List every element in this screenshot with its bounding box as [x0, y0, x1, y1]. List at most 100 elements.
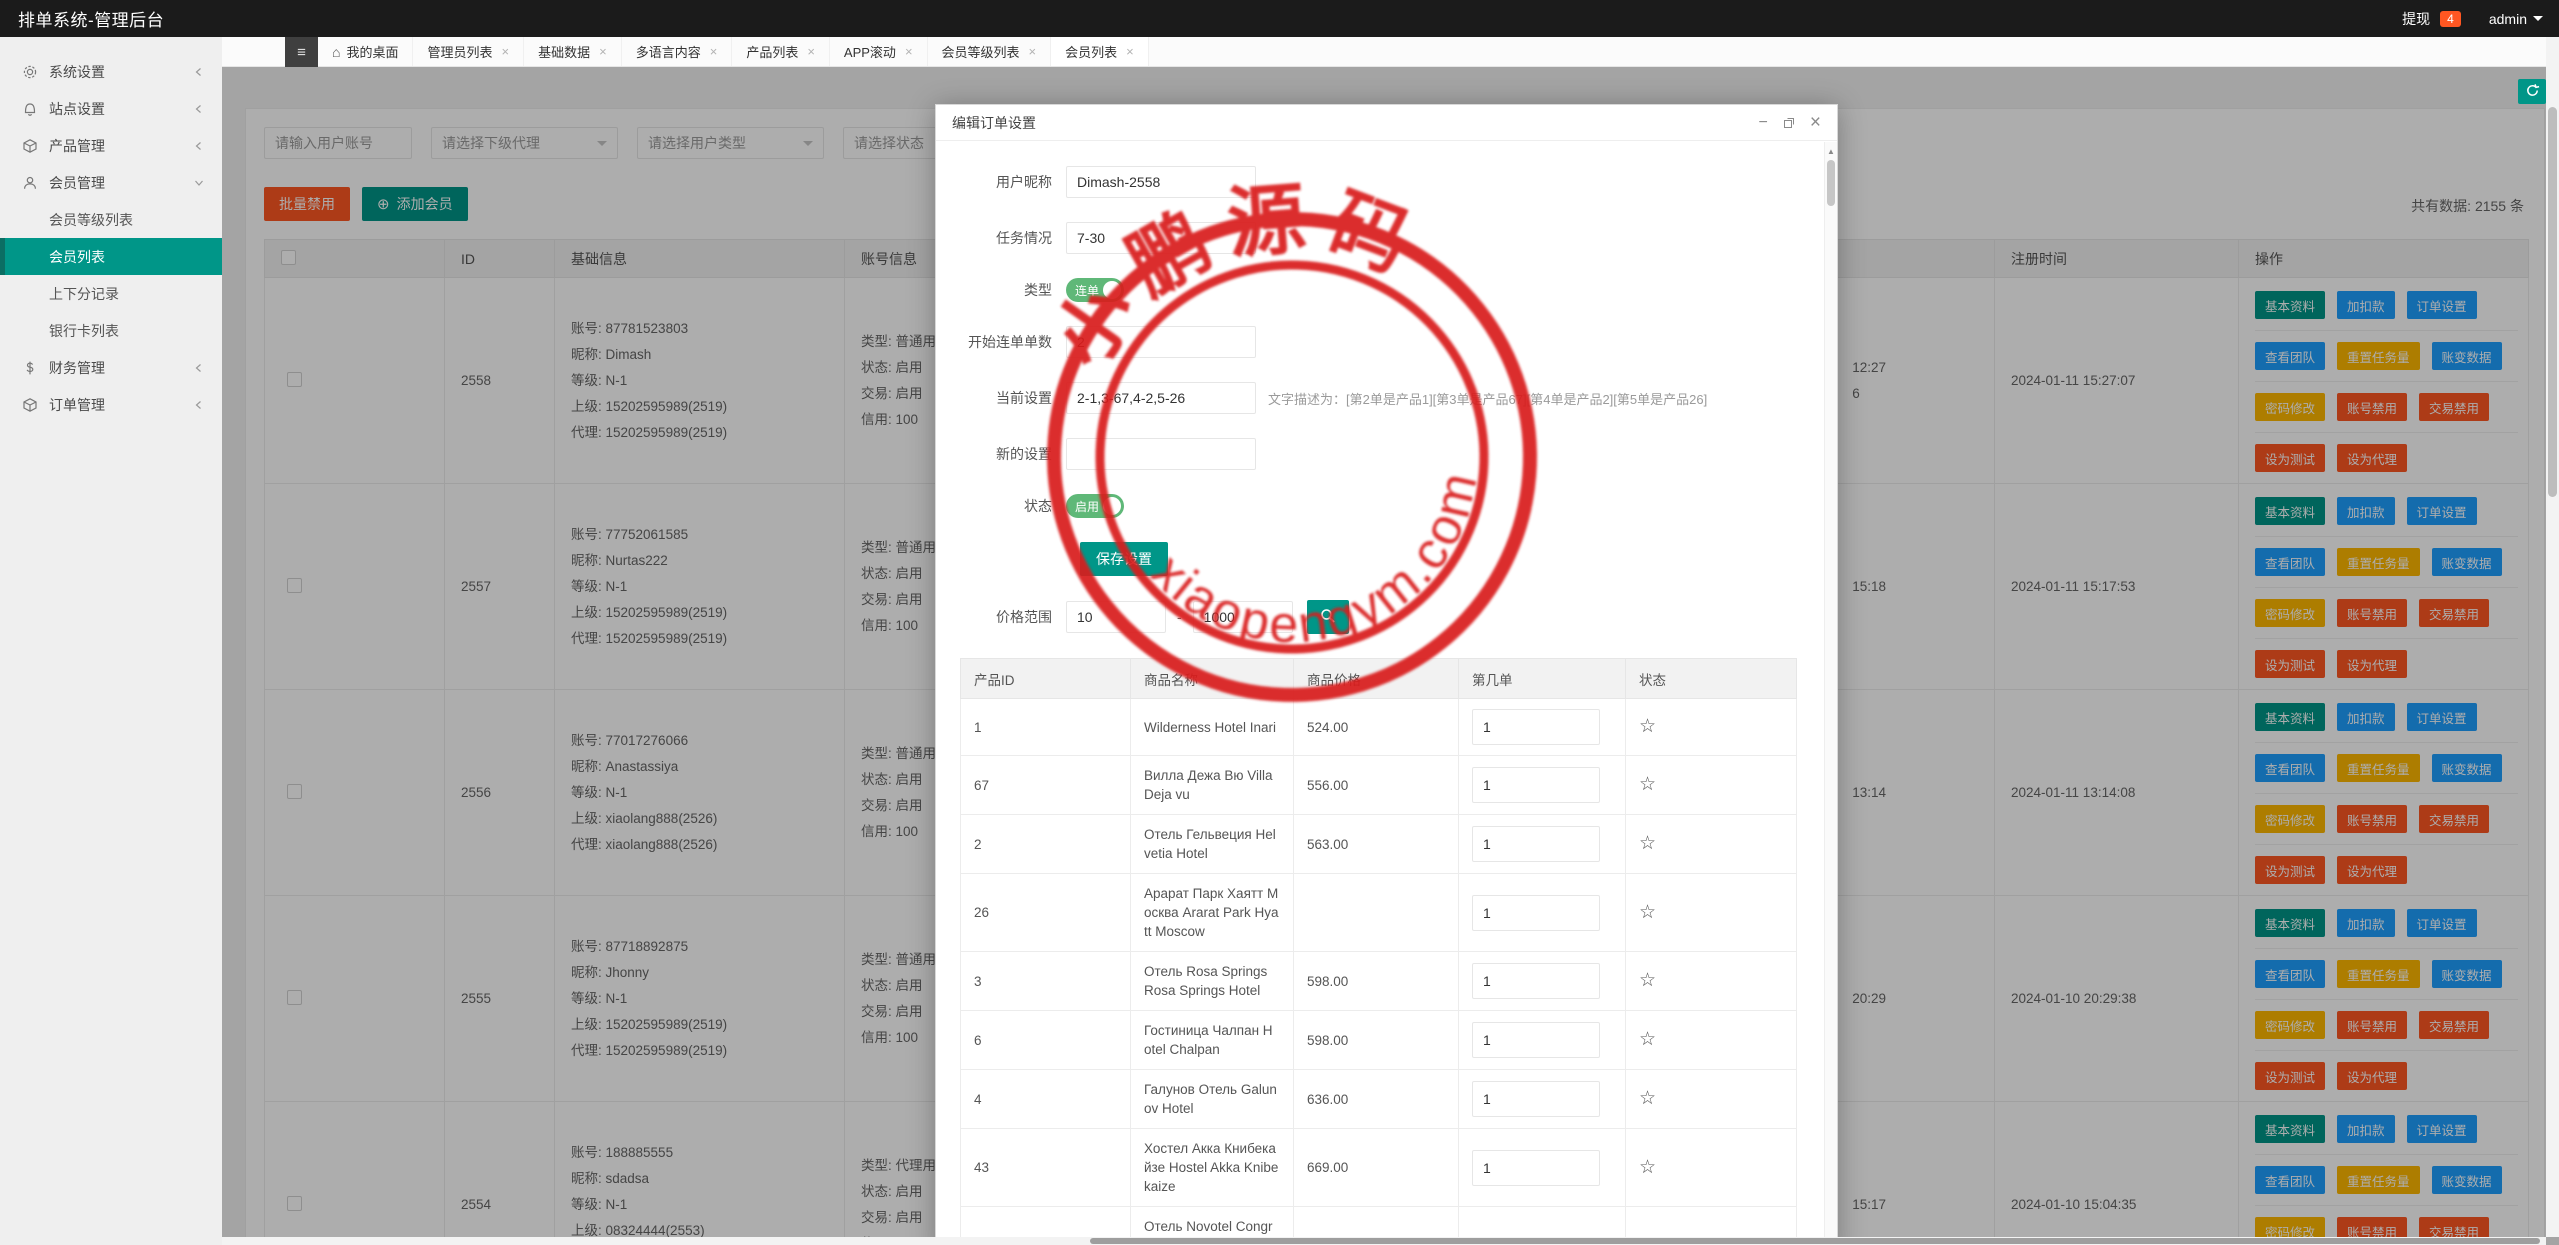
product-id: 4 — [961, 1070, 1131, 1129]
sidebar-item[interactable]: 系统设置 — [0, 53, 222, 90]
task-field[interactable] — [1066, 222, 1256, 254]
star-icon[interactable]: ☆ — [1639, 774, 1656, 795]
price-min-field[interactable] — [1066, 601, 1166, 633]
modal-header: 编辑订单设置 − × — [936, 105, 1837, 141]
product-name: Отель Гельвеция Helvetia Hotel — [1131, 815, 1294, 874]
star-icon[interactable]: ☆ — [1639, 716, 1656, 737]
price-range-label: 价格范围 — [956, 607, 1066, 627]
order-number-input[interactable] — [1472, 1022, 1600, 1058]
product-row: 26Арарат Парк Хаятт Москва Ararat Park H… — [961, 874, 1797, 952]
star-icon[interactable]: ☆ — [1639, 902, 1656, 923]
product-id: 3 — [961, 952, 1131, 1011]
sidebar-subitem-label: 上下分记录 — [49, 284, 119, 304]
order-number-input[interactable] — [1472, 1081, 1600, 1117]
tab-label: 多语言内容 — [636, 42, 701, 61]
start-count-label: 开始连单单数 — [956, 332, 1066, 352]
save-settings-button[interactable]: 保存设置 — [1080, 542, 1168, 576]
product-price: 524.00 — [1294, 699, 1459, 756]
refresh-button[interactable] — [2518, 79, 2546, 104]
star-icon[interactable]: ☆ — [1639, 970, 1656, 991]
gear-icon — [22, 64, 38, 80]
close-icon[interactable]: × — [905, 44, 913, 59]
sidebar-subitem-label: 银行卡列表 — [49, 321, 119, 341]
scroll-up-icon[interactable]: ▲ — [1825, 147, 1837, 156]
tab-strip: ⌂我的桌面管理员列表×基础数据×多语言内容×产品列表×APP滚动×会员等级列表×… — [222, 37, 2559, 67]
order-number-input[interactable] — [1472, 1150, 1600, 1186]
product-id: 1 — [961, 699, 1131, 756]
sidebar-subitem[interactable]: 上下分记录 — [0, 275, 222, 312]
product-row: 3Отель Rosa Springs Rosa Springs Hotel59… — [961, 952, 1797, 1011]
close-icon[interactable]: × — [807, 44, 815, 59]
tab-label: 产品列表 — [746, 42, 798, 61]
chevron-left-icon — [194, 400, 204, 410]
bell-icon — [22, 101, 38, 117]
new-setting-field[interactable] — [1066, 438, 1256, 470]
status-label: 状态 — [956, 496, 1066, 516]
order-number-input[interactable] — [1472, 826, 1600, 862]
close-icon[interactable]: × — [1126, 44, 1134, 59]
tab-label: 会员等级列表 — [942, 42, 1020, 61]
withdraw-badge[interactable]: 4 — [2440, 11, 2461, 27]
sidebar-item[interactable]: 订单管理 — [0, 386, 222, 423]
sidebar-item[interactable]: 站点设置 — [0, 90, 222, 127]
minimize-icon[interactable]: − — [1759, 114, 1768, 132]
product-name: Wilderness Hotel Inari — [1131, 699, 1294, 756]
user-menu[interactable]: admin — [2489, 11, 2543, 27]
maximize-icon[interactable] — [1783, 117, 1795, 129]
close-icon[interactable]: × — [1810, 112, 1821, 134]
sidebar-subitem[interactable]: 银行卡列表 — [0, 312, 222, 349]
product-price — [1294, 874, 1459, 952]
sidebar-toggle-button[interactable]: ≡ — [285, 37, 318, 67]
type-toggle[interactable]: 连单 — [1066, 278, 1124, 302]
price-max-field[interactable] — [1193, 601, 1293, 633]
close-icon[interactable]: × — [1029, 44, 1037, 59]
product-id: 67 — [961, 756, 1131, 815]
sidebar-menu: 系统设置站点设置产品管理会员管理会员等级列表会员列表上下分记录银行卡列表财务管理… — [0, 53, 222, 423]
order-number-input[interactable] — [1472, 963, 1600, 999]
product-id: 6 — [961, 1011, 1131, 1070]
tab-home[interactable]: ⌂我的桌面 — [318, 37, 413, 66]
column-header: 产品ID — [961, 659, 1131, 699]
sidebar-item[interactable]: 财务管理 — [0, 349, 222, 386]
nickname-field[interactable] — [1066, 166, 1256, 198]
modal-scrollbar-thumb[interactable] — [1827, 160, 1835, 206]
star-icon[interactable]: ☆ — [1639, 1029, 1656, 1050]
product-price: 598.00 — [1294, 952, 1459, 1011]
withdraw-link[interactable]: 提现 — [2402, 9, 2430, 29]
sidebar-item-label: 财务管理 — [49, 358, 105, 378]
order-number-input[interactable] — [1472, 767, 1600, 803]
product-table-header-row: 产品ID商品名称商品价格第几单状态 — [961, 659, 1797, 699]
star-icon[interactable]: ☆ — [1639, 833, 1656, 854]
horizontal-scrollbar-thumb[interactable] — [1090, 1238, 2540, 1244]
order-number-input[interactable] — [1472, 895, 1600, 931]
start-count-field[interactable] — [1066, 326, 1256, 358]
order-number-input[interactable] — [1472, 709, 1600, 745]
tab-item[interactable]: 会员等级列表 × — [928, 37, 1052, 66]
modal-body: 用户昵称 任务情况 类型 连单 开始连单单数 当前设置 文字描述为：[第2单是产… — [936, 142, 1824, 1245]
tab-item[interactable]: 会员列表× — [1051, 37, 1149, 66]
current-setting-field[interactable] — [1066, 382, 1256, 414]
product-name: Арарат Парк Хаятт Москва Ararat Park Hya… — [1131, 874, 1294, 952]
vertical-scrollbar-thumb[interactable] — [2548, 107, 2557, 497]
star-icon[interactable]: ☆ — [1639, 1157, 1656, 1178]
sidebar-subitem[interactable]: 会员等级列表 — [0, 201, 222, 238]
close-icon[interactable]: × — [710, 44, 718, 59]
column-header: 状态 — [1626, 659, 1797, 699]
tab-item[interactable]: 基础数据× — [524, 37, 622, 66]
sidebar-subitem[interactable]: 会员列表 — [0, 238, 222, 275]
close-icon[interactable]: × — [502, 44, 510, 59]
tab-label: 我的桌面 — [346, 42, 398, 61]
tab-item[interactable]: APP滚动× — [830, 37, 928, 66]
price-search-button[interactable] — [1307, 600, 1349, 634]
close-icon[interactable]: × — [599, 44, 607, 59]
status-toggle[interactable]: 启用 — [1066, 494, 1124, 518]
star-icon[interactable]: ☆ — [1639, 1088, 1656, 1109]
tab-item[interactable]: 管理员列表× — [413, 37, 524, 66]
product-name: Отель Rosa Springs Rosa Springs Hotel — [1131, 952, 1294, 1011]
tab-item[interactable]: 多语言内容 × — [622, 37, 733, 66]
chevron-down-icon — [2533, 16, 2543, 26]
product-price: 556.00 — [1294, 756, 1459, 815]
tab-item[interactable]: 产品列表 × — [732, 37, 830, 66]
sidebar-item[interactable]: 会员管理 — [0, 164, 222, 201]
sidebar-item[interactable]: 产品管理 — [0, 127, 222, 164]
